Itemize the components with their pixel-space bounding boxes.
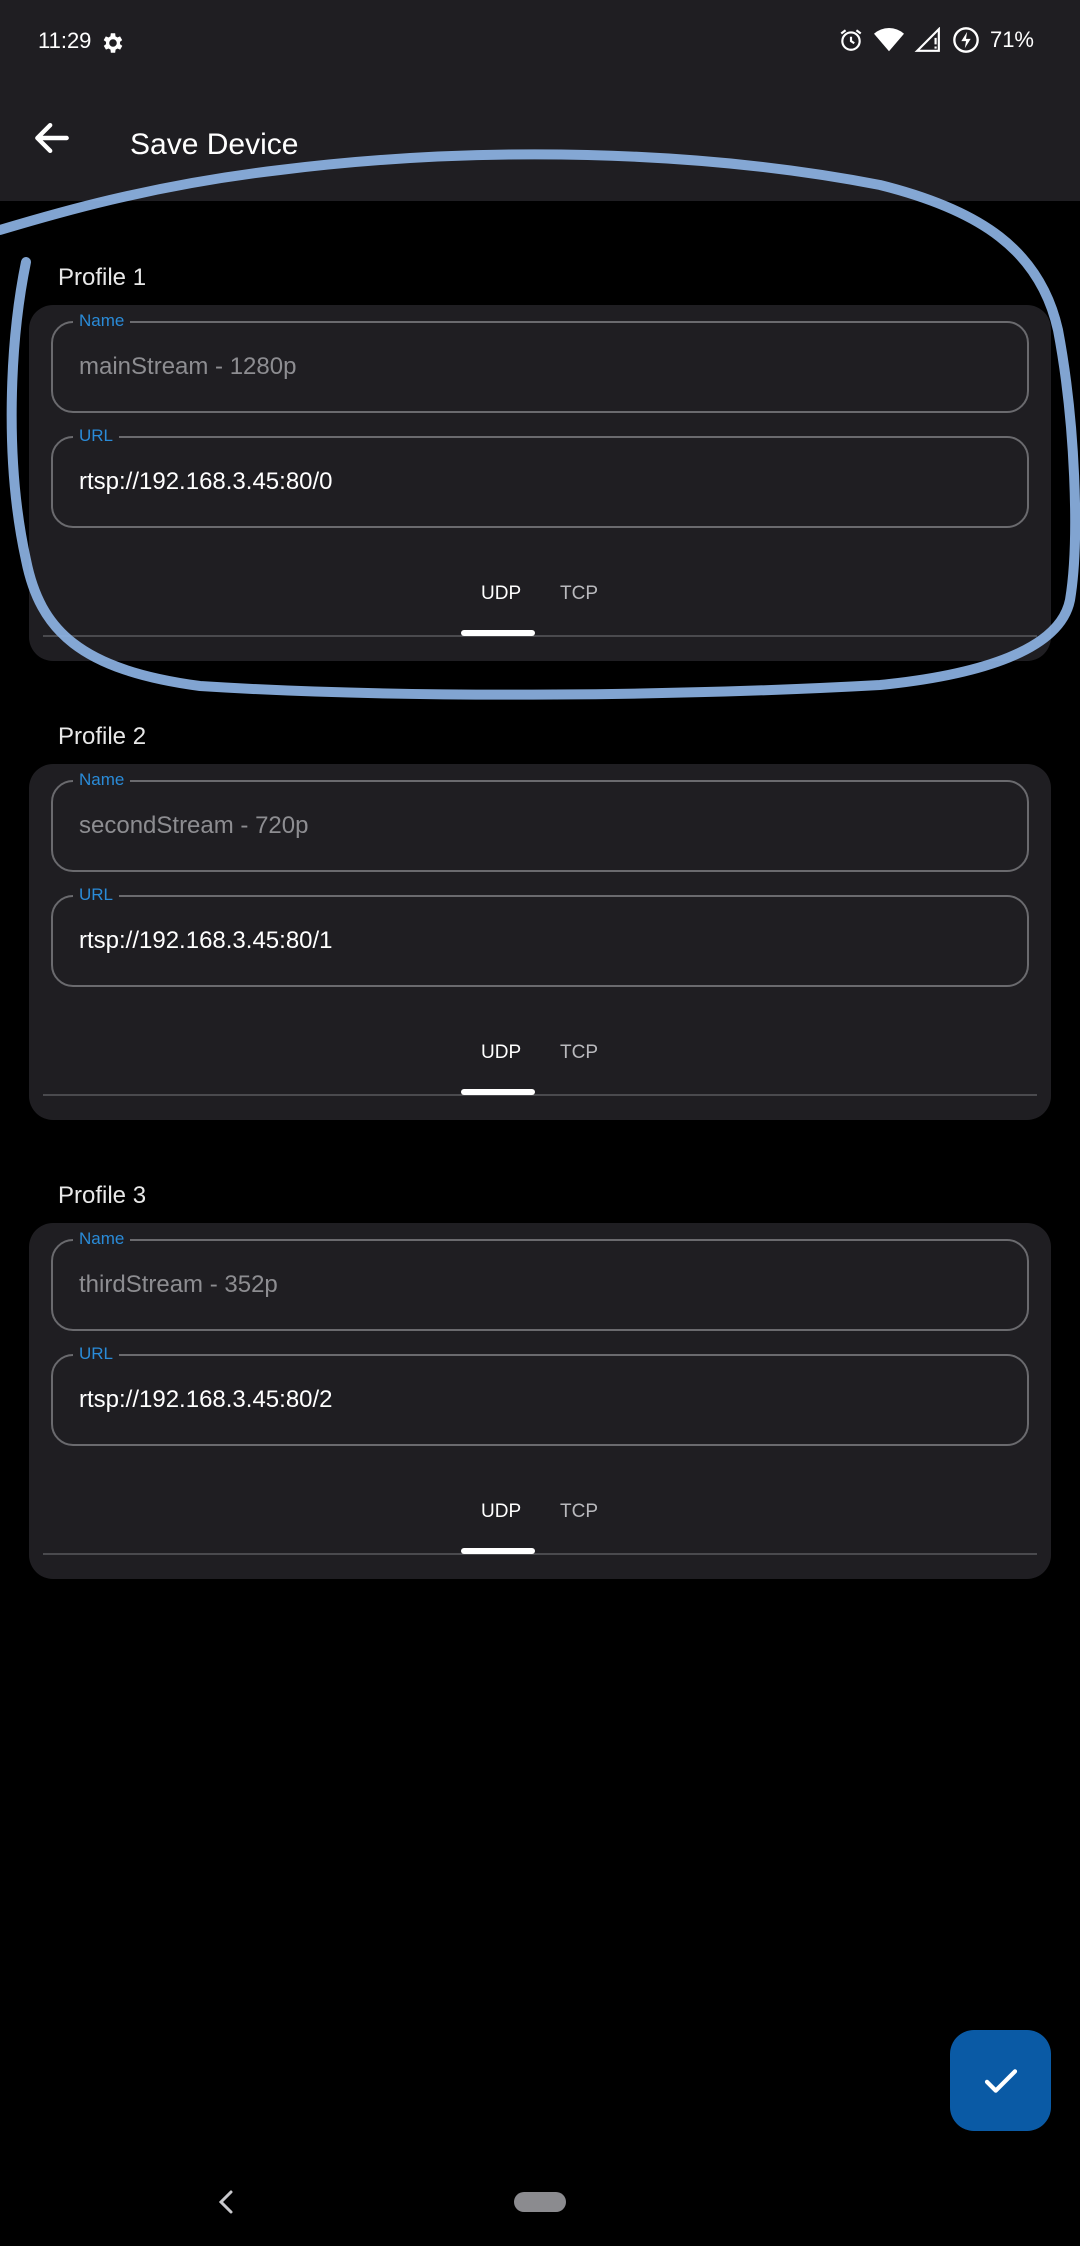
status-time: 11:29 (38, 28, 92, 53)
name-field-value: secondStream - 720p (79, 812, 309, 839)
tab-indicator (461, 1548, 535, 1554)
tab-divider (43, 1553, 1037, 1555)
app-bar: Save Device (0, 86, 1080, 201)
gear-icon (103, 33, 123, 53)
tab-indicator (461, 630, 535, 636)
name-field-label: Name (73, 770, 131, 790)
tab-divider (43, 635, 1037, 637)
profile-1-url-field[interactable]: URL rtsp://192.168.3.45:80/0 (51, 426, 1029, 528)
profile-3-card: Name thirdStream - 352p URL rtsp://192.1… (29, 1223, 1051, 1579)
name-field-label: Name (73, 1229, 131, 1249)
check-icon (984, 2069, 1018, 2093)
profile-1-name-field[interactable]: Name mainStream - 1280p (51, 311, 1029, 413)
name-field-value: mainStream - 1280p (79, 353, 297, 380)
name-field-label: Name (73, 311, 131, 331)
alarm-icon (840, 29, 862, 51)
tab-tcp[interactable]: TCP (560, 1042, 598, 1064)
status-bar: 11:29 71% (0, 0, 1080, 86)
profile-3-name-field[interactable]: Name thirdStream - 352p (51, 1229, 1029, 1331)
tab-divider (43, 1094, 1037, 1096)
save-check-button[interactable] (950, 2030, 1051, 2131)
url-field-label: URL (73, 426, 120, 446)
tab-udp[interactable]: UDP (481, 1042, 521, 1064)
name-field-value: thirdStream - 352p (79, 1271, 278, 1298)
profile-3-label: Profile 3 (58, 1182, 147, 1209)
url-field-value: rtsp://192.168.3.45:80/1 (79, 927, 333, 954)
url-field-value: rtsp://192.168.3.45:80/2 (79, 1386, 333, 1413)
profile-2-label: Profile 2 (58, 723, 147, 750)
url-field-value: rtsp://192.168.3.45:80/0 (79, 468, 333, 495)
battery-saver-icon (953, 27, 979, 53)
profile-3-url-field[interactable]: URL rtsp://192.168.3.45:80/2 (51, 1344, 1029, 1446)
arrow-left-icon[interactable] (30, 116, 74, 160)
profile-2-card: Name secondStream - 720p URL rtsp://192.… (29, 764, 1051, 1120)
tab-indicator (461, 1089, 535, 1095)
url-field-label: URL (73, 1344, 120, 1364)
profile-1-card: Name mainStream - 1280p URL rtsp://192.1… (29, 305, 1051, 661)
tab-tcp[interactable]: TCP (560, 1501, 598, 1523)
tab-udp[interactable]: UDP (481, 583, 521, 605)
signal-icon (914, 27, 940, 52)
url-field-label: URL (73, 885, 120, 905)
battery-percent: 71% (989, 27, 1034, 52)
profile-2-name-field[interactable]: Name secondStream - 720p (51, 770, 1029, 872)
wifi-icon (873, 28, 904, 52)
nav-home-pill[interactable] (514, 2192, 566, 2212)
tab-udp[interactable]: UDP (481, 1501, 521, 1523)
nav-back-icon[interactable] (215, 2188, 239, 2216)
status-icons: 71% (838, 26, 1034, 54)
profile-1-label: Profile 1 (58, 264, 147, 291)
page-title: Save Device (130, 128, 299, 161)
tab-tcp[interactable]: TCP (560, 583, 598, 605)
profile-2-url-field[interactable]: URL rtsp://192.168.3.45:80/1 (51, 885, 1029, 987)
